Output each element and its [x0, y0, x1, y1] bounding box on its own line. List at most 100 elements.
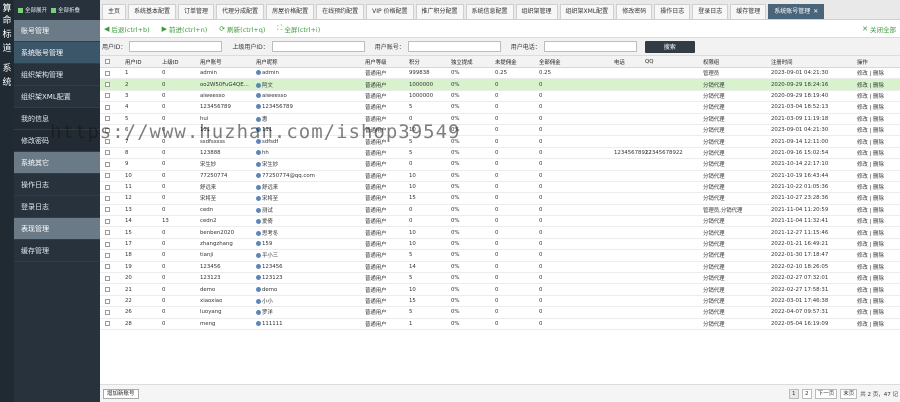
table-row[interactable]: 19 0 123456 123456 普通用户 14 0% 0 0 分销代理 2022-02-10 … [100, 262, 900, 274]
search-button[interactable]: 搜索 [644, 40, 695, 53]
delete-link[interactable]: 删除 [873, 83, 884, 89]
edit-link[interactable]: 修改 [857, 105, 868, 111]
table-row[interactable]: 15 0 benben2020 思考冬 普通用户 10 0% 0 0 分销代理 2021-12-27… [100, 227, 900, 239]
delete-link[interactable]: 删除 [873, 185, 884, 191]
parent-id-input[interactable] [271, 41, 365, 52]
edit-link[interactable]: 修改 [857, 83, 868, 89]
tab[interactable]: 推广积分配置 [415, 4, 464, 19]
edit-link[interactable]: 修改 [857, 117, 868, 123]
edit-link[interactable]: 修改 [857, 219, 868, 225]
edit-link[interactable]: 修改 [857, 128, 868, 134]
page-1-button[interactable]: 1 [788, 389, 799, 399]
table-row[interactable]: 4 0 123456789 123456789 普通用户 5 0% 0 0 分销代理 2021-03… [100, 102, 900, 114]
delete-link[interactable]: 删除 [873, 276, 884, 282]
row-checkbox[interactable] [105, 207, 110, 213]
table-row[interactable]: 26 0 luoyang 罗洋 普通用户 5 0% 0 0 分销代理 2022-04-07 09:5… [100, 307, 900, 319]
delete-link[interactable]: 删除 [873, 151, 884, 157]
edit-link[interactable]: 修改 [857, 140, 868, 146]
sidebar-item[interactable]: 表现管理 [14, 218, 100, 240]
edit-link[interactable]: 修改 [857, 276, 868, 282]
tab[interactable]: 代理分成配置 [216, 4, 265, 19]
table-row[interactable]: 22 0 xiaoxiao 小小 普通用户 15 0% 0 0 分销代理 2022-03-01 17… [100, 296, 900, 308]
table-row[interactable]: 18 0 tianji 平小三 普通用户 5 0% 0 0 分销代理 2022-01-30 17:1… [100, 250, 900, 262]
page-2-button[interactable]: 2 [801, 389, 812, 399]
row-checkbox[interactable] [105, 298, 110, 304]
delete-link[interactable]: 删除 [873, 71, 884, 77]
fullscreen-button[interactable]: ⛶ 全屏(ctrl+i) [277, 24, 320, 34]
table-row[interactable]: 1 0 admin admin 普通用户 999838 0% 0.25 0.25 管理员 2023-… [100, 68, 900, 80]
delete-link[interactable]: 删除 [873, 128, 884, 134]
sidebar-item[interactable]: 系统账号管理 [14, 42, 100, 64]
sidebar-item[interactable]: 系统其它 [14, 152, 100, 174]
row-checkbox[interactable] [105, 309, 110, 315]
row-checkbox[interactable] [105, 287, 110, 293]
tab[interactable]: 修改密码 [616, 4, 653, 19]
row-checkbox[interactable] [105, 93, 110, 99]
row-checkbox[interactable] [105, 252, 110, 258]
edit-link[interactable]: 修改 [857, 196, 868, 202]
row-checkbox[interactable] [105, 321, 110, 327]
tab-close-icon[interactable]: ✕ [813, 8, 818, 15]
delete-link[interactable]: 删除 [873, 231, 884, 237]
tab[interactable]: 组织架XML配置 [559, 4, 615, 19]
sidebar-item[interactable]: 操作日志 [14, 174, 100, 196]
table-row[interactable]: 8 0 123888 hh 普通用户 5 0% 0 0 12345678922 1234567892… [100, 148, 900, 160]
delete-link[interactable]: 删除 [873, 299, 884, 305]
delete-link[interactable]: 删除 [873, 265, 884, 271]
delete-link[interactable]: 删除 [873, 253, 884, 259]
edit-link[interactable]: 修改 [857, 310, 868, 316]
sidebar-item[interactable]: 账号管理 [14, 20, 100, 42]
forward-button[interactable]: ▶ 前进(ctrl+n) [162, 24, 208, 34]
row-checkbox[interactable] [105, 104, 110, 110]
tab[interactable]: 缓存管理 [730, 4, 767, 19]
tab[interactable]: 系统信息配置 [465, 4, 514, 19]
tab[interactable]: 在线预约配置 [316, 4, 365, 19]
tab[interactable]: 订单管理 [178, 4, 215, 19]
table-row[interactable]: 9 0 宋生妙 宋生妙 普通用户 0 0% 0 0 分销代理 2021-10-14 22:17:10… [100, 159, 900, 171]
delete-link[interactable]: 删除 [873, 288, 884, 294]
delete-link[interactable]: 删除 [873, 208, 884, 214]
edit-link[interactable]: 修改 [857, 242, 868, 248]
row-checkbox[interactable] [105, 70, 110, 76]
row-checkbox[interactable] [105, 264, 110, 270]
sidebar-item[interactable]: 组织架XML配置 [14, 86, 100, 108]
table-row[interactable]: 14 13 cedn2 爱倚 普通用户 0 0% 0 0 分销代理 2021-11-04 11:32… [100, 216, 900, 228]
last-page-button[interactable]: 末页 [840, 389, 858, 399]
edit-link[interactable]: 修改 [857, 322, 868, 328]
delete-link[interactable]: 删除 [873, 219, 884, 225]
edit-link[interactable]: 修改 [857, 174, 868, 180]
phone-input[interactable] [543, 41, 637, 52]
table-row[interactable]: 11 0 舒远来 舒远来 普通用户 10 0% 0 0 分销代理 2021-10-22 01:05:… [100, 182, 900, 194]
row-checkbox[interactable] [105, 173, 110, 179]
edit-link[interactable]: 修改 [857, 253, 868, 259]
table-row[interactable]: 13 0 cedn 测试 普通用户 0 0% 0 0 管理员,分销代理 2021-11-04 11:… [100, 205, 900, 217]
back-button[interactable]: ◀ 后退(ctrl+b) [104, 24, 150, 34]
delete-link[interactable]: 删除 [873, 117, 884, 123]
refresh-button[interactable]: ⟳ 刷新(ctrl+q) [219, 24, 265, 34]
select-all-checkbox[interactable] [105, 59, 110, 64]
sidebar-item[interactable]: 组织架构管理 [14, 64, 100, 86]
tab[interactable]: 操作日志 [654, 4, 691, 19]
delete-link[interactable]: 删除 [873, 242, 884, 248]
edit-link[interactable]: 修改 [857, 162, 868, 168]
user-id-input[interactable] [129, 41, 223, 52]
row-checkbox[interactable] [105, 82, 110, 88]
tab[interactable]: 组织架管理 [515, 4, 558, 19]
add-account-button[interactable]: 增加新账号 [103, 389, 139, 399]
edit-link[interactable]: 修改 [857, 185, 868, 191]
table-row[interactable]: 17 0 zhangzhang 159 普通用户 10 0% 0 0 分销代理 2022-01-21… [100, 239, 900, 251]
next-page-button[interactable]: 下一页 [814, 389, 838, 399]
row-checkbox[interactable] [105, 184, 110, 190]
edit-link[interactable]: 修改 [857, 208, 868, 214]
edit-link[interactable]: 修改 [857, 288, 868, 294]
close-all-button[interactable]: ✕ 关闭全部 [862, 24, 896, 34]
tab[interactable]: 系统账号管理 ✕ [768, 4, 825, 19]
table-row[interactable]: 21 0 demo demo 普通用户 10 0% 0 0 分销代理 2022-02-27 17:5… [100, 284, 900, 296]
table-row[interactable]: 20 0 123123 123123 普通用户 5 0% 0 0 分销代理 2022-02-27 0… [100, 273, 900, 285]
delete-link[interactable]: 删除 [873, 105, 884, 111]
edit-link[interactable]: 修改 [857, 265, 868, 271]
tab[interactable]: 登录日志 [692, 4, 729, 19]
delete-link[interactable]: 删除 [873, 94, 884, 100]
row-checkbox[interactable] [105, 218, 110, 224]
tab[interactable]: 主页 [102, 4, 127, 19]
